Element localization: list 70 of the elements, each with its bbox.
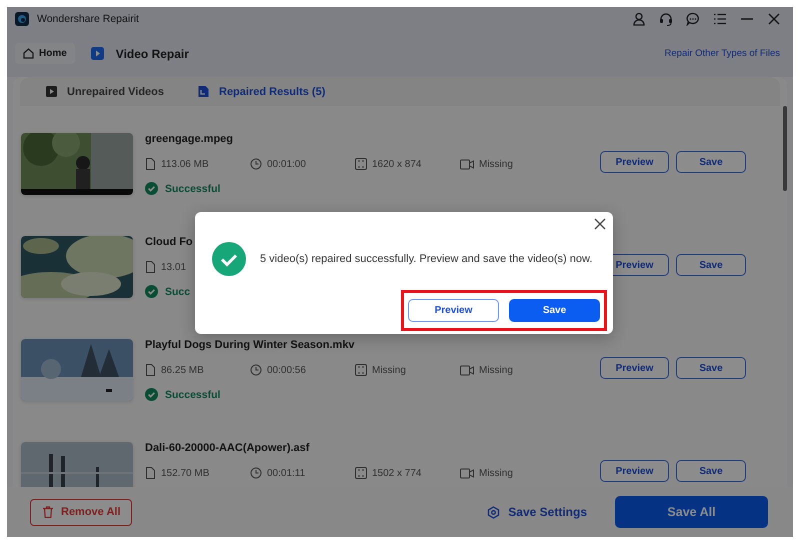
video-camera-icon <box>460 364 474 376</box>
resolution-icon <box>355 158 367 170</box>
duration: 00:01:11 <box>267 468 306 478</box>
document-icon <box>197 85 210 98</box>
preview-button[interactable]: Preview <box>600 357 669 379</box>
menu-icon[interactable] <box>713 12 727 26</box>
check-circle-icon <box>145 285 158 298</box>
repair-other-link[interactable]: Repair Other Types of Files <box>664 48 780 59</box>
clock-icon <box>250 364 262 376</box>
resolution: 1620 x 874 <box>372 158 422 170</box>
file-name: greengage.mpeg <box>145 133 234 147</box>
app-logo-icon <box>15 12 29 26</box>
preview-button[interactable]: Preview <box>408 299 499 322</box>
section-title: Video Repair <box>116 46 189 60</box>
headset-icon[interactable] <box>659 12 673 26</box>
resolution-icon <box>355 467 367 479</box>
file-size: 113.06 MB <box>161 158 209 170</box>
save-button[interactable]: Save <box>676 460 746 482</box>
duration: 00:00:56 <box>267 364 306 376</box>
codec: Missing <box>479 364 513 376</box>
file-size: 152.70 MB <box>161 468 210 478</box>
video-camera-icon <box>460 468 474 478</box>
chat-icon[interactable] <box>686 12 700 26</box>
video-icon <box>45 85 58 98</box>
status-label: Successful <box>165 182 220 194</box>
file-icon <box>145 261 156 273</box>
save-button[interactable]: Save <box>509 299 600 322</box>
save-button[interactable]: Save <box>676 357 746 379</box>
file-icon <box>145 158 156 170</box>
scrollbar[interactable] <box>783 106 787 191</box>
success-check-icon <box>212 242 246 276</box>
window-title: Wondershare Repairit <box>37 12 140 24</box>
save-button[interactable]: Save <box>676 254 746 276</box>
codec: Missing <box>479 158 513 170</box>
check-circle-icon <box>145 182 158 195</box>
video-camera-icon <box>460 158 474 170</box>
close-icon[interactable] <box>594 218 606 230</box>
video-icon <box>90 47 104 60</box>
tab[interactable]: Unrepaired Videos <box>45 81 164 102</box>
save-button[interactable]: Save <box>676 151 746 173</box>
file-size: 13.01 <box>161 262 186 272</box>
file-name: Dali-60-20000-AAC(Apower).asf <box>145 442 310 456</box>
status-label: Successful <box>165 388 220 400</box>
resolution: 1502 x 774 <box>372 468 422 478</box>
preview-button[interactable]: Preview <box>600 460 669 482</box>
duration: 00:01:00 <box>267 158 306 170</box>
codec: Missing <box>479 468 513 478</box>
trash-icon <box>43 506 53 518</box>
home-icon <box>23 48 34 59</box>
home-button[interactable]: Home <box>15 43 75 64</box>
close-icon[interactable] <box>767 12 781 26</box>
resolution: Missing <box>372 364 406 376</box>
clock-icon <box>250 158 262 170</box>
status-label: Succ <box>165 286 190 298</box>
file-name: Playful Dogs During Winter Season.mkv <box>145 339 355 353</box>
file-size: 86.25 MB <box>161 364 204 376</box>
resolution-icon <box>355 364 367 376</box>
file-icon <box>145 467 156 479</box>
settings-icon <box>487 506 500 518</box>
file-name: Cloud Fo <box>145 236 193 250</box>
preview-button[interactable]: Preview <box>600 151 669 173</box>
tab[interactable]: Repaired Results (5) <box>197 81 326 102</box>
check-circle-icon <box>145 388 158 401</box>
user-icon[interactable] <box>632 12 646 26</box>
file-icon <box>145 364 156 376</box>
dialog-message: 5 video(s) repaired successfully. Preview and save the video(s) now. <box>260 253 592 265</box>
remove-all-button[interactable]: Remove All <box>30 498 132 526</box>
save-settings-button[interactable]: Save Settings <box>481 504 593 520</box>
clock-icon <box>250 467 262 479</box>
save-all-button[interactable]: Save All <box>615 496 768 528</box>
